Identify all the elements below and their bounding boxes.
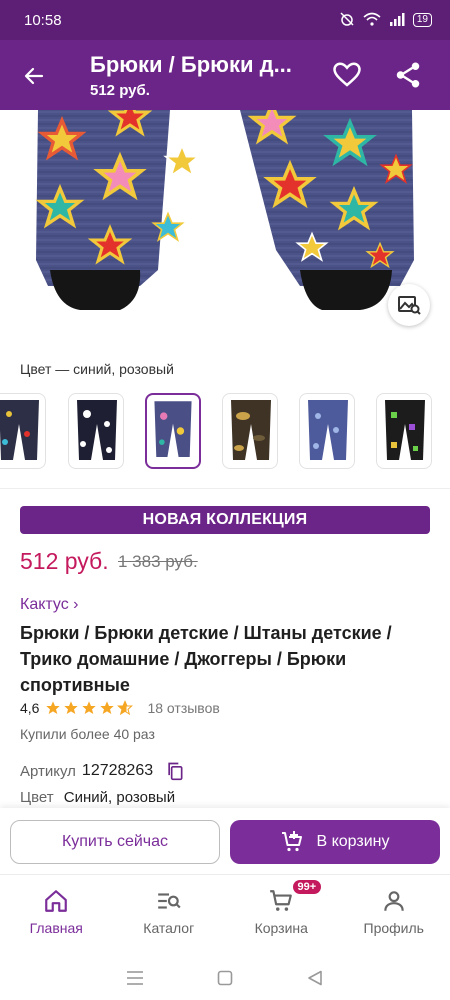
system-home-button[interactable] xyxy=(213,966,237,990)
star-icon xyxy=(100,701,115,714)
add-to-cart-button[interactable]: В корзину xyxy=(230,820,440,864)
square-icon xyxy=(217,970,233,986)
share-icon xyxy=(396,62,420,88)
system-nav-bar xyxy=(0,956,450,1000)
rating-row[interactable]: 4,6 18 отзывов xyxy=(20,700,220,716)
page-title: Брюки / Брюки д... xyxy=(90,52,292,77)
color-variants xyxy=(0,393,450,471)
color-field-value: Синий, розовый xyxy=(63,789,176,806)
cart-count-badge: 99+ xyxy=(292,880,322,894)
triangle-back-icon xyxy=(308,970,322,986)
profile-icon xyxy=(384,891,404,911)
signal-icon xyxy=(389,12,405,29)
star-icon xyxy=(64,701,79,714)
article-label: Артикул xyxy=(20,762,76,780)
back-button[interactable] xyxy=(16,58,52,94)
variant-thumb-blue-hearts[interactable] xyxy=(299,393,355,469)
nav-catalog-label: Каталог xyxy=(143,920,195,936)
article-value: 12728263 xyxy=(81,762,154,779)
nav-home[interactable]: Главная xyxy=(0,880,113,944)
status-time: 10:58 xyxy=(24,11,62,29)
catalog-search-icon xyxy=(157,893,181,909)
alarm-off-icon xyxy=(339,11,355,30)
image-search-icon xyxy=(398,296,421,315)
current-price: 512 руб. xyxy=(20,548,109,574)
product-image[interactable] xyxy=(0,110,450,350)
wifi-icon xyxy=(363,12,381,29)
nav-catalog[interactable]: Каталог xyxy=(113,880,226,944)
selected-color-label: Цвет — синий, розовый xyxy=(20,361,174,377)
bottom-nav: Главная Каталог 99+ Корзина Профиль xyxy=(0,880,450,944)
star-half-icon xyxy=(117,700,134,716)
image-search-button[interactable] xyxy=(388,284,430,326)
section-divider xyxy=(0,488,450,489)
nav-profile-label: Профиль xyxy=(363,920,424,936)
variant-thumb-camouflage[interactable] xyxy=(222,393,278,469)
copy-icon xyxy=(168,762,183,781)
brand-link[interactable]: Кактус › xyxy=(20,596,79,614)
battery-icon: 19 xyxy=(412,13,432,27)
home-icon xyxy=(45,890,68,912)
arrow-left-icon xyxy=(24,67,44,85)
buy-now-button[interactable]: Купить сейчас xyxy=(10,820,220,864)
new-collection-badge: НОВАЯ КОЛЛЕКЦИЯ xyxy=(20,506,430,534)
page-subtitle-price: 512 руб. xyxy=(90,82,150,99)
system-menu-button[interactable] xyxy=(123,966,147,990)
rating-value: 4,6 xyxy=(20,700,40,716)
heart-icon xyxy=(333,62,361,87)
nav-cart[interactable]: 99+ Корзина xyxy=(225,880,338,944)
variant-thumb-dark-multicolor[interactable] xyxy=(0,393,46,469)
purchase-count: Купили более 40 раз xyxy=(20,726,155,742)
variant-thumb-blue-pink-stars[interactable] xyxy=(145,393,201,469)
menu-icon xyxy=(127,971,143,985)
old-price: 1 383 руб. xyxy=(118,552,198,571)
share-button[interactable] xyxy=(393,60,427,94)
color-field-label: Цвет xyxy=(20,789,54,806)
status-bar: 10:58 19 xyxy=(0,0,450,40)
nav-profile[interactable]: Профиль xyxy=(338,880,450,944)
variant-thumb-black-geometry[interactable] xyxy=(376,393,432,469)
cart-add-icon xyxy=(282,831,303,852)
bottom-panel: Купить сейчас В корзину Главная Каталог … xyxy=(0,808,450,1000)
variant-thumb-black-stars[interactable] xyxy=(68,393,124,469)
reviews-link[interactable]: 18 отзывов xyxy=(147,700,219,716)
product-name: Брюки / Брюки детские / Штаны детские / … xyxy=(20,623,392,695)
star-icon xyxy=(46,701,61,714)
nav-home-label: Главная xyxy=(29,920,83,936)
color-info-row: Цвет Синий, розовый xyxy=(20,789,175,806)
app-bar: Брюки / Брюки д... 512 руб. xyxy=(0,40,450,110)
system-back-button[interactable] xyxy=(303,966,327,990)
copy-article-button[interactable] xyxy=(165,761,185,781)
add-to-cart-label: В корзину xyxy=(316,833,390,850)
nav-separator xyxy=(0,874,450,875)
star-icon xyxy=(82,701,97,714)
cart-icon xyxy=(270,890,293,911)
rating-stars xyxy=(45,700,134,716)
article-row: Артикул 12728263 xyxy=(20,761,185,781)
favorite-button[interactable] xyxy=(332,60,366,94)
nav-cart-label: Корзина xyxy=(254,920,308,936)
status-icons: 19 xyxy=(339,11,432,30)
